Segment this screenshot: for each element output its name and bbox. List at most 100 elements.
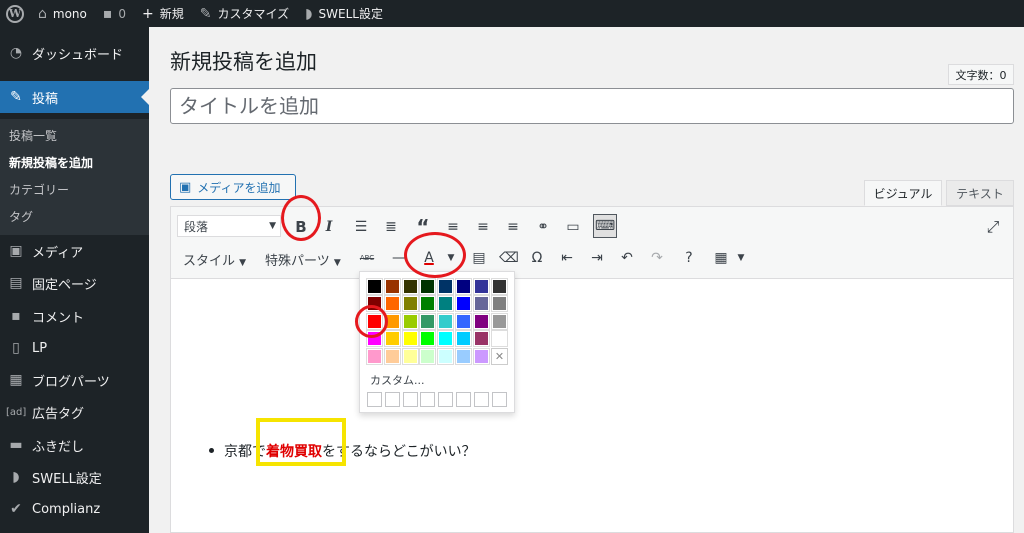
- color-swatch[interactable]: [384, 330, 401, 347]
- color-swatch[interactable]: [437, 278, 454, 295]
- outdent-icon[interactable]: ⇤: [555, 246, 579, 270]
- color-swatch[interactable]: [402, 278, 419, 295]
- indent-icon[interactable]: ⇥: [585, 246, 609, 270]
- color-swatch[interactable]: [384, 295, 401, 312]
- color-swatch[interactable]: [491, 295, 508, 312]
- color-swatch[interactable]: [419, 278, 436, 295]
- color-swatch[interactable]: [402, 330, 419, 347]
- strikethrough-button[interactable]: ABC: [355, 246, 379, 270]
- sidebar-item-label: ふきだし: [32, 439, 85, 455]
- color-swatch[interactable]: [384, 278, 401, 295]
- color-swatch[interactable]: [455, 295, 472, 312]
- editor-content[interactable]: 京都で着物買取をするならどこがいい？: [171, 279, 1013, 532]
- swell-settings-link[interactable]: ◗ SWELL設定: [297, 0, 391, 27]
- color-swatch[interactable]: [402, 348, 419, 365]
- color-swatch[interactable]: [419, 348, 436, 365]
- special-parts-dropdown[interactable]: 特殊パーツ ▼: [265, 250, 341, 269]
- custom-color-slot[interactable]: [403, 392, 418, 407]
- toolbar-toggle-icon[interactable]: ⌨: [593, 214, 617, 238]
- color-swatch[interactable]: [491, 313, 508, 330]
- custom-color-label[interactable]: カスタム...: [370, 372, 425, 388]
- sidebar-item-media[interactable]: ▣ メディア: [0, 235, 149, 267]
- sidebar-item-dashboard[interactable]: ◔ ダッシュボード: [0, 37, 149, 69]
- tab-visual[interactable]: ビジュアル: [864, 180, 942, 206]
- color-swatch[interactable]: [419, 295, 436, 312]
- sidebar-item-comments[interactable]: ▪ コメント: [0, 300, 149, 332]
- sidebar-item-blog-parts[interactable]: ▦ ブログパーツ: [0, 364, 149, 396]
- post-title-input[interactable]: [170, 88, 1014, 124]
- page-title: 新規投稿を追加: [170, 50, 317, 74]
- color-swatch[interactable]: [437, 313, 454, 330]
- style-dropdown-label: スタイル: [183, 254, 236, 269]
- clear-formatting-icon[interactable]: ⌫: [497, 246, 521, 270]
- color-swatch[interactable]: [437, 295, 454, 312]
- color-swatch[interactable]: [473, 278, 490, 295]
- color-swatch[interactable]: [491, 278, 508, 295]
- remove-color-icon[interactable]: ✕: [491, 348, 508, 365]
- comments-link[interactable]: ▪ 0: [95, 0, 134, 27]
- sidebar-item-swell-settings[interactable]: ◗ SWELL設定: [0, 461, 149, 493]
- undo-icon[interactable]: ↶: [615, 246, 639, 270]
- submenu-categories[interactable]: カテゴリー: [9, 181, 69, 198]
- special-character-icon[interactable]: Ω: [525, 246, 549, 270]
- sidebar-item-lp[interactable]: ▯ LP: [0, 332, 149, 364]
- color-swatch[interactable]: [473, 348, 490, 365]
- color-swatch[interactable]: [455, 348, 472, 365]
- custom-color-slot[interactable]: [385, 392, 400, 407]
- chevron-down-icon[interactable]: ▼: [729, 246, 753, 270]
- submenu-add-new-post[interactable]: 新規投稿を追加: [9, 154, 93, 171]
- custom-color-slot[interactable]: [474, 392, 489, 407]
- align-center-icon[interactable]: ≡: [471, 215, 495, 239]
- color-swatch[interactable]: [402, 295, 419, 312]
- color-swatch[interactable]: [455, 330, 472, 347]
- add-media-button[interactable]: ▣ メディアを追加: [170, 174, 296, 200]
- color-swatch[interactable]: [419, 330, 436, 347]
- style-dropdown[interactable]: スタイル ▼: [183, 250, 246, 269]
- numbered-list-icon[interactable]: ≣: [379, 215, 403, 239]
- color-swatch[interactable]: [419, 313, 436, 330]
- color-swatch[interactable]: [491, 330, 508, 347]
- sidebar-item-complianz[interactable]: ✔ Complianz: [0, 493, 149, 525]
- color-swatch[interactable]: [366, 278, 383, 295]
- fullscreen-icon[interactable]: ⤢: [981, 215, 1005, 239]
- bullet-list-icon[interactable]: ☰: [349, 215, 373, 239]
- format-select-value: 段落: [184, 219, 209, 234]
- read-more-icon[interactable]: ▭: [561, 215, 585, 239]
- new-content-link[interactable]: + 新規: [134, 0, 192, 27]
- submenu-all-posts[interactable]: 投稿一覧: [9, 127, 57, 144]
- color-swatch[interactable]: [437, 348, 454, 365]
- customize-link[interactable]: ✎ カスタマイズ: [192, 0, 297, 27]
- paste-text-icon[interactable]: ▤: [467, 246, 491, 270]
- link-icon[interactable]: ⚭: [531, 215, 555, 239]
- custom-color-slot[interactable]: [456, 392, 471, 407]
- sidebar-item-posts[interactable]: ✎ 投稿: [0, 81, 149, 113]
- site-name-link[interactable]: ⌂ mono: [30, 0, 95, 27]
- submenu-tags[interactable]: タグ: [9, 208, 33, 225]
- word-count: 文字数：0: [948, 64, 1014, 85]
- wordpress-logo-button[interactable]: W: [0, 0, 30, 27]
- align-right-icon[interactable]: ≡: [501, 215, 525, 239]
- color-swatch[interactable]: [473, 313, 490, 330]
- color-swatch[interactable]: [473, 295, 490, 312]
- help-icon[interactable]: ?: [677, 246, 701, 270]
- color-swatch[interactable]: [402, 313, 419, 330]
- sidebar-item-pages[interactable]: ▤ 固定ページ: [0, 267, 149, 299]
- color-swatch[interactable]: [455, 278, 472, 295]
- tab-text[interactable]: テキスト: [946, 180, 1014, 206]
- custom-color-slot[interactable]: [438, 392, 453, 407]
- format-select[interactable]: 段落 ▼: [177, 215, 281, 237]
- custom-color-slot[interactable]: [492, 392, 507, 407]
- color-swatch[interactable]: [384, 348, 401, 365]
- redo-icon[interactable]: ↷: [645, 246, 669, 270]
- chevron-down-icon: ▼: [239, 258, 247, 268]
- new-label: 新規: [159, 7, 184, 21]
- pin-icon: ✎: [10, 89, 22, 105]
- color-swatch[interactable]: [473, 330, 490, 347]
- custom-color-slot[interactable]: [367, 392, 382, 407]
- custom-color-slot[interactable]: [420, 392, 435, 407]
- color-swatch[interactable]: [437, 330, 454, 347]
- sidebar-item-speech-bubbles[interactable]: ▬ ふきだし: [0, 429, 149, 461]
- color-swatch[interactable]: [366, 348, 383, 365]
- color-swatch[interactable]: [455, 313, 472, 330]
- sidebar-item-ad-tags[interactable]: [ad] 広告タグ: [0, 396, 149, 428]
